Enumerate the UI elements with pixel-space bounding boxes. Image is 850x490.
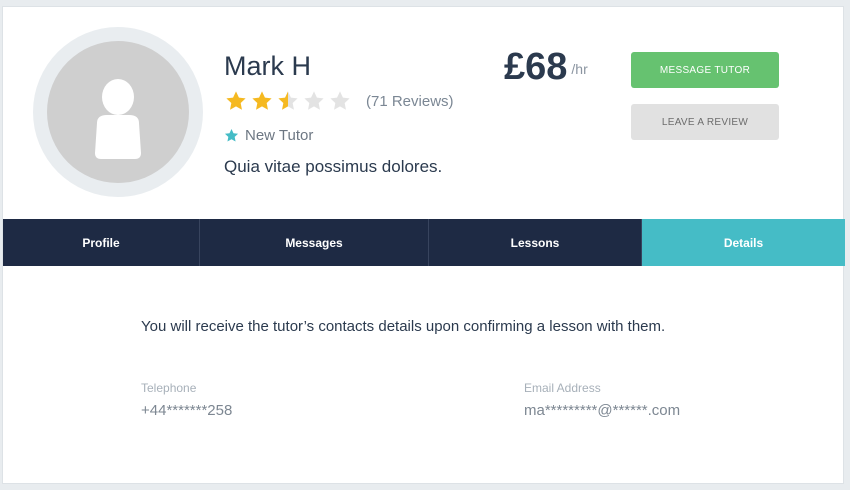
tab-messages[interactable]: Messages: [200, 219, 429, 266]
avatar: [33, 27, 203, 197]
email-label: Email Address: [524, 381, 601, 395]
tab-details[interactable]: Details: [642, 219, 845, 266]
tab-lessons[interactable]: Lessons: [429, 219, 642, 266]
star-half-icon: [278, 91, 298, 110]
price-amount: £68: [504, 46, 568, 88]
telephone-value: +44*******258: [141, 402, 233, 419]
hourly-rate: £68 /hr: [504, 45, 588, 89]
tutor-tagline: Quia vitae possimus dolores.: [224, 157, 443, 176]
new-tutor-badge: New Tutor: [224, 127, 313, 144]
user-placeholder-icon: [47, 41, 189, 183]
tutor-profile-card: Mark H (71 Reviews) New Tutor Quia vitae…: [2, 6, 845, 484]
tab-profile[interactable]: Profile: [3, 219, 200, 266]
tutor-name: Mark H: [224, 51, 311, 81]
email-value: ma*********@******.com: [524, 402, 681, 419]
telephone-label: Telephone: [141, 381, 197, 395]
star-rating: (71 Reviews): [224, 90, 454, 112]
star-empty-icon: [330, 91, 350, 110]
profile-tabs: Profile Messages Lessons Details: [3, 219, 845, 266]
message-tutor-button[interactable]: MESSAGE TUTOR: [631, 52, 779, 88]
star-icon: [252, 91, 272, 110]
badge-label: New Tutor: [245, 127, 314, 144]
leave-review-button[interactable]: LEAVE A REVIEW: [631, 104, 779, 140]
review-count[interactable]: (71 Reviews): [366, 93, 454, 110]
star-empty-icon: [304, 91, 324, 110]
price-unit: /hr: [571, 61, 588, 77]
contact-details-notice: You will receive the tutor’s contacts de…: [141, 318, 666, 335]
star-icon: [226, 91, 246, 110]
star-badge-icon: [224, 128, 239, 142]
